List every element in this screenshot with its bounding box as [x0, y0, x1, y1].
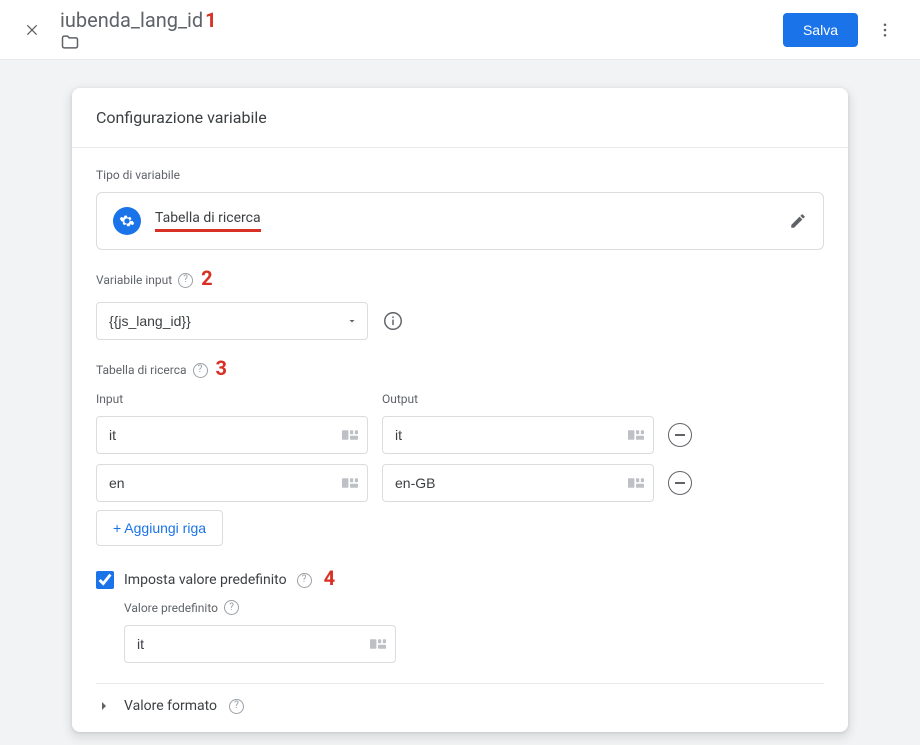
lookup-table: Input Output [96, 392, 824, 502]
lookup-output-field[interactable] [382, 416, 654, 454]
remove-row-button[interactable] [668, 471, 692, 495]
format-value-row[interactable]: Valore formato ? [96, 683, 824, 722]
folder-icon[interactable] [60, 32, 223, 52]
config-card: Configurazione variabile Tipo di variabi… [72, 88, 848, 732]
chevron-right-icon [96, 698, 112, 714]
annotation-1: 1 [205, 8, 216, 32]
block-icon[interactable] [340, 475, 360, 491]
table-row [96, 416, 368, 454]
annotation-2: 2 [201, 266, 212, 290]
minus-icon [675, 482, 685, 484]
save-button[interactable]: Salva [783, 13, 858, 47]
default-value-label: Valore predefinito ? [124, 600, 824, 615]
lookup-table-label: Tabella di ricerca ? 3 [96, 358, 824, 382]
help-icon[interactable]: ? [224, 600, 239, 615]
add-row-button[interactable]: + Aggiungi riga [96, 510, 223, 546]
default-value-checkbox-row: Imposta valore predefinito ? 4 [96, 568, 824, 592]
help-icon[interactable]: ? [297, 573, 312, 588]
format-value-label: Valore formato [124, 698, 217, 714]
variable-name-text: iubenda_lang_id [60, 8, 203, 32]
table-row [96, 464, 368, 502]
block-icon[interactable] [626, 427, 646, 443]
input-variable-field[interactable]: {{js_lang_id}} [96, 302, 368, 340]
more-menu-button[interactable] [870, 15, 900, 45]
variable-name[interactable]: iubenda_lang_id1 [60, 8, 223, 52]
default-value-field[interactable] [124, 625, 396, 663]
lookup-output-field[interactable] [382, 464, 654, 502]
lookup-input-field[interactable] [96, 416, 368, 454]
gear-icon [113, 207, 141, 235]
help-icon[interactable]: ? [229, 699, 244, 714]
col-header-input: Input [96, 392, 368, 406]
remove-row-button[interactable] [668, 423, 692, 447]
annotation-4: 4 [324, 566, 335, 590]
annotation-3: 3 [216, 356, 227, 380]
close-button[interactable] [20, 18, 44, 42]
col-header-output: Output [382, 392, 654, 406]
block-icon[interactable] [340, 427, 360, 443]
close-icon [24, 22, 40, 38]
lookup-input-field[interactable] [96, 464, 368, 502]
input-variable-select[interactable]: {{js_lang_id}} [96, 302, 368, 340]
default-value-checkbox[interactable] [96, 571, 114, 589]
minus-icon [675, 434, 685, 436]
workspace: Configurazione variabile Tipo di variabi… [0, 60, 920, 745]
input-variable-label: Variabile input ? 2 [96, 268, 824, 292]
help-icon[interactable]: ? [178, 273, 193, 288]
more-vert-icon [876, 21, 894, 39]
help-icon[interactable]: ? [193, 363, 208, 378]
card-title: Configurazione variabile [72, 88, 848, 148]
pencil-icon [789, 212, 807, 230]
top-bar: iubenda_lang_id1 Salva [0, 0, 920, 60]
info-icon[interactable] [382, 310, 404, 332]
default-value-check-label: Imposta valore predefinito [124, 572, 287, 588]
variable-type-row[interactable]: Tabella di ricerca [96, 192, 824, 250]
variable-type-name: Tabella di ricerca [155, 210, 261, 232]
block-icon[interactable] [626, 475, 646, 491]
block-icon[interactable] [368, 636, 388, 652]
variable-type-label: Tipo di variabile [96, 168, 824, 182]
edit-type-button[interactable] [789, 212, 807, 230]
